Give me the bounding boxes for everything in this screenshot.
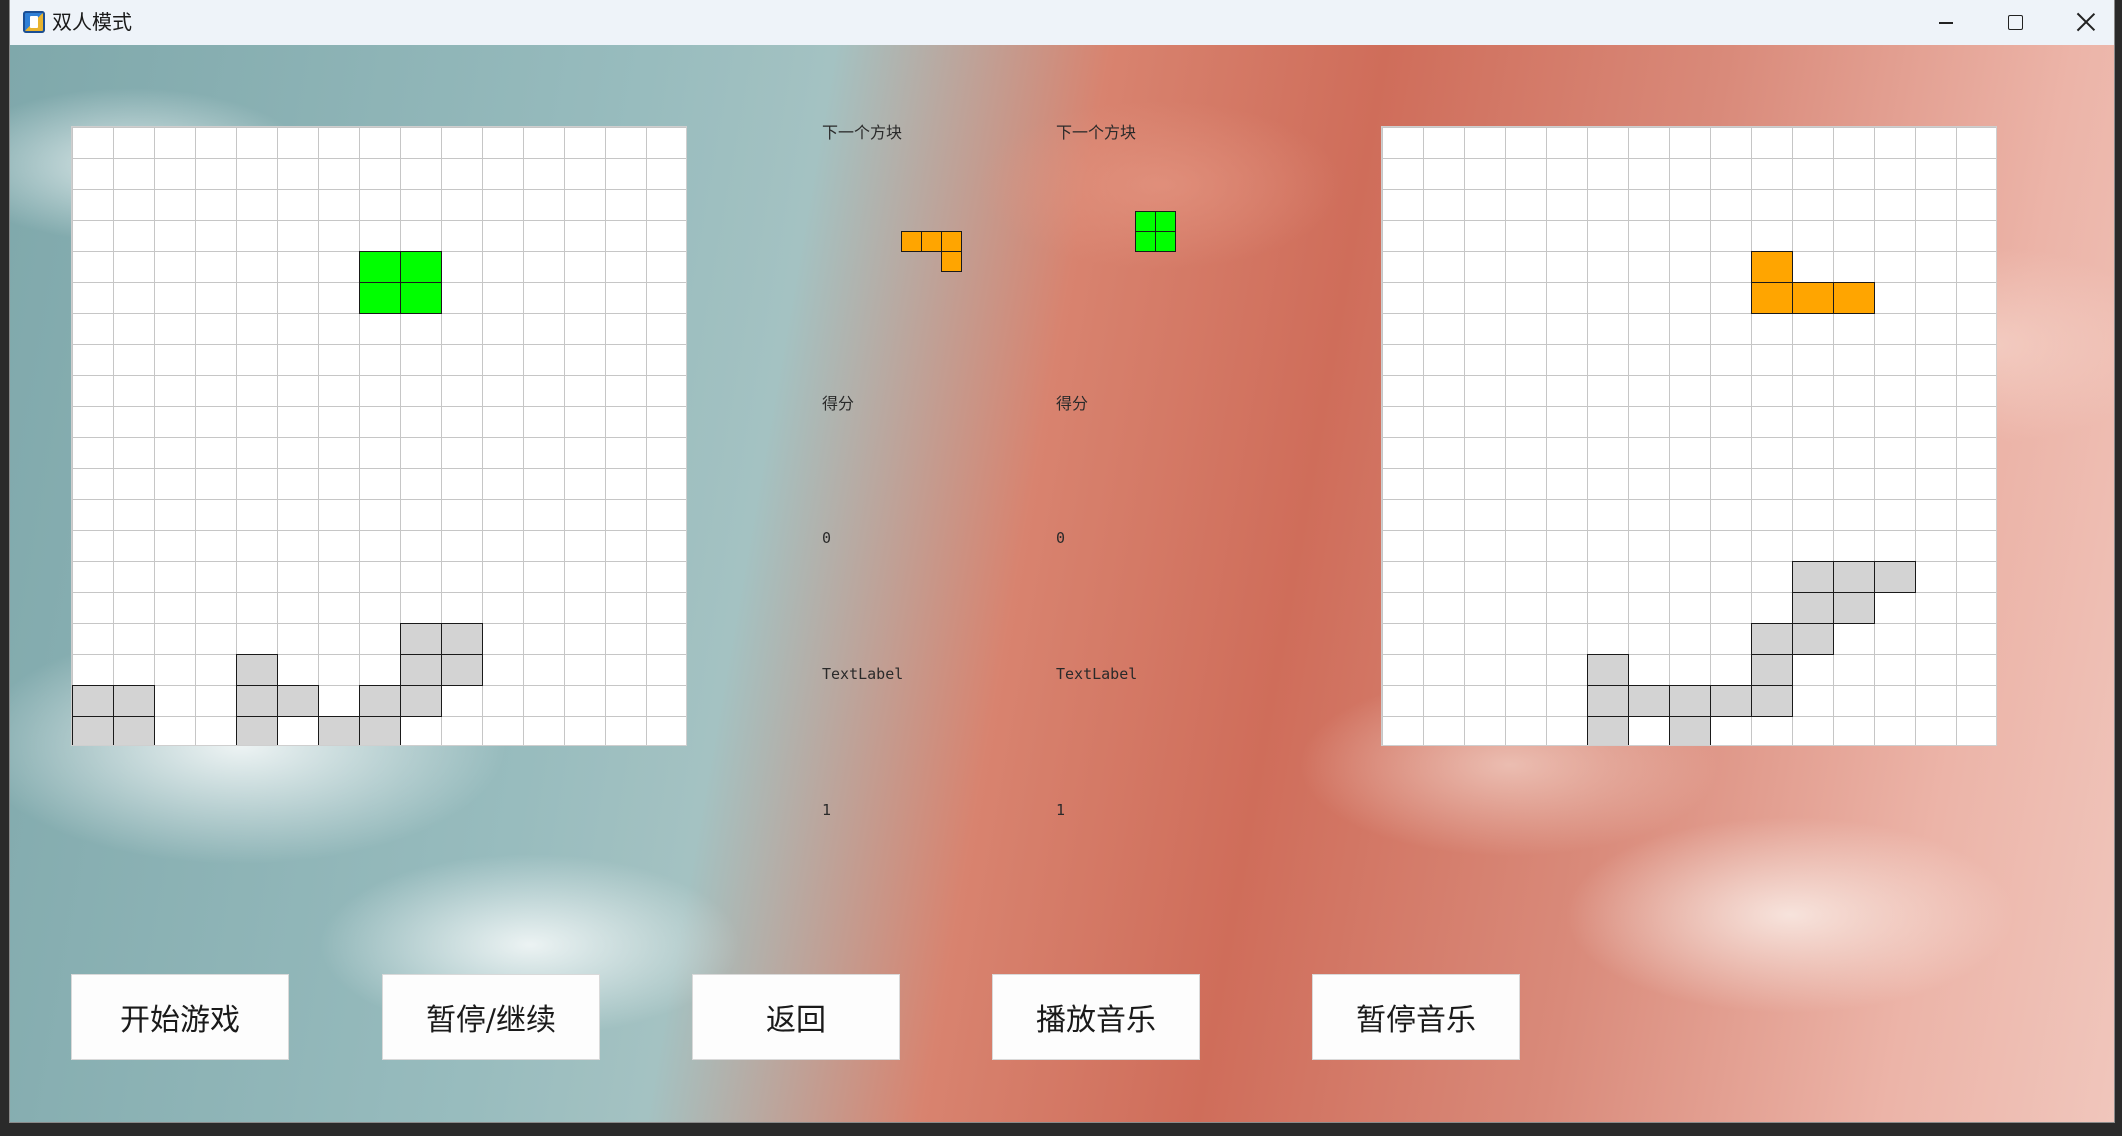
player1-falling-block bbox=[359, 251, 401, 283]
player2-score-value: 0 bbox=[1056, 529, 1066, 547]
player1-preview-block bbox=[941, 251, 962, 272]
player2-next-piece bbox=[1135, 211, 1215, 271]
game-area: 下一个方块 得分 0 TextLabel 1 下一个方块 得分 0 TextLa… bbox=[10, 45, 2114, 1122]
player2-settled-block bbox=[1710, 685, 1752, 717]
player2-settled-block bbox=[1628, 685, 1670, 717]
window-title: 双人模式 bbox=[52, 10, 132, 34]
back-button[interactable]: 返回 bbox=[692, 974, 900, 1060]
player1-level-value: 1 bbox=[822, 801, 832, 819]
player2-text-label: TextLabel bbox=[1056, 665, 1138, 683]
player2-board bbox=[1381, 126, 1997, 746]
play-music-button[interactable]: 播放音乐 bbox=[992, 974, 1200, 1060]
player1-settled-block bbox=[72, 685, 114, 717]
player2-board-grid bbox=[1382, 127, 1996, 745]
player1-settled-block bbox=[400, 623, 442, 655]
player2-settled-block bbox=[1874, 561, 1916, 593]
player2-settled-block bbox=[1833, 561, 1875, 593]
minimize-button[interactable] bbox=[1910, 0, 1980, 45]
player1-preview-block bbox=[941, 231, 962, 252]
close-icon bbox=[2076, 12, 2096, 32]
player1-falling-block bbox=[400, 251, 442, 283]
maximize-icon bbox=[2008, 15, 2023, 30]
player2-score-label: 得分 bbox=[1056, 394, 1089, 413]
start-game-button[interactable]: 开始游戏 bbox=[71, 974, 289, 1060]
player2-preview-block bbox=[1155, 231, 1176, 252]
player2-settled-block bbox=[1792, 592, 1834, 624]
player2-settled-block bbox=[1587, 716, 1629, 745]
player1-settled-block bbox=[359, 716, 401, 745]
player2-settled-block bbox=[1587, 654, 1629, 686]
player1-settled-block bbox=[441, 654, 483, 686]
close-button[interactable] bbox=[2050, 0, 2114, 45]
player2-settled-block bbox=[1669, 685, 1711, 717]
player2-falling-block bbox=[1751, 251, 1793, 283]
player2-preview-block bbox=[1155, 211, 1176, 232]
player2-settled-block bbox=[1792, 561, 1834, 593]
player1-settled-block bbox=[113, 685, 155, 717]
player1-settled-block bbox=[359, 685, 401, 717]
player1-next-piece bbox=[901, 231, 981, 291]
title-bar[interactable]: 双人模式 bbox=[10, 0, 2114, 46]
player2-next-label: 下一个方块 bbox=[1056, 123, 1137, 142]
player2-falling-block bbox=[1751, 282, 1793, 314]
pause-music-button[interactable]: 暂停音乐 bbox=[1312, 974, 1520, 1060]
player2-settled-block bbox=[1669, 716, 1711, 745]
player1-score-label: 得分 bbox=[822, 394, 855, 413]
app-window: 双人模式 下一个方块 得分 0 TextLabel 1 下一个方块 得分 0 T… bbox=[10, 0, 2114, 1122]
player1-settled-block bbox=[400, 654, 442, 686]
player2-falling-block bbox=[1833, 282, 1875, 314]
player2-settled-block bbox=[1751, 685, 1793, 717]
player1-settled-block bbox=[236, 716, 278, 745]
player1-board-grid bbox=[72, 127, 686, 745]
player1-settled-block bbox=[400, 685, 442, 717]
player1-preview-block bbox=[921, 231, 942, 252]
player2-settled-block bbox=[1751, 654, 1793, 686]
player1-falling-block bbox=[400, 282, 442, 314]
player1-settled-block bbox=[236, 685, 278, 717]
player2-level-value: 1 bbox=[1056, 801, 1066, 819]
player1-next-label: 下一个方块 bbox=[822, 123, 903, 142]
pause-resume-button[interactable]: 暂停/继续 bbox=[382, 974, 600, 1060]
player1-falling-block bbox=[359, 282, 401, 314]
player1-settled-block bbox=[72, 716, 114, 745]
player1-score-value: 0 bbox=[822, 529, 832, 547]
player1-settled-block bbox=[236, 654, 278, 686]
player2-settled-block bbox=[1587, 685, 1629, 717]
player2-settled-block bbox=[1792, 623, 1834, 655]
player1-settled-block bbox=[441, 623, 483, 655]
player1-board bbox=[71, 126, 687, 746]
player2-settled-block bbox=[1751, 623, 1793, 655]
player2-settled-block bbox=[1833, 592, 1875, 624]
player1-text-label: TextLabel bbox=[822, 665, 904, 683]
player1-preview-block bbox=[901, 231, 922, 252]
player2-preview-block bbox=[1135, 231, 1156, 252]
player1-settled-block bbox=[318, 716, 360, 745]
player1-settled-block bbox=[113, 716, 155, 745]
player2-preview-block bbox=[1135, 211, 1156, 232]
player2-falling-block bbox=[1792, 282, 1834, 314]
player1-settled-block bbox=[277, 685, 319, 717]
minimize-icon bbox=[1939, 22, 1953, 24]
maximize-button[interactable] bbox=[1980, 0, 2050, 45]
app-icon bbox=[23, 11, 45, 33]
